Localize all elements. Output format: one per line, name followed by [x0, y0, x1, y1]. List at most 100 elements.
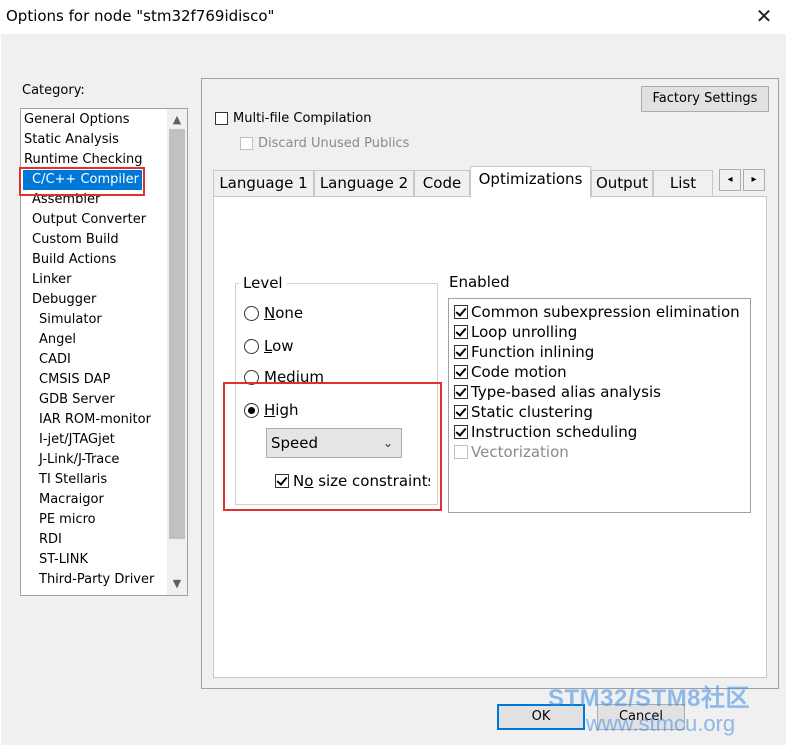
checkbox-box[interactable] — [454, 305, 468, 319]
transformation-item: Vectorization — [454, 443, 569, 461]
category-item[interactable]: IAR ROM-monitor — [39, 410, 151, 430]
category-item[interactable]: CMSIS DAP — [39, 370, 110, 390]
tab-scroll-right-icon[interactable]: ▸ — [743, 169, 765, 191]
no-size-constraints-checkbox[interactable]: No size constraints — [275, 472, 430, 490]
transformation-item[interactable]: Type-based alias analysis — [454, 383, 661, 401]
category-item[interactable]: ST-LINK — [39, 550, 88, 570]
category-scrollbar[interactable]: ▲ ▼ — [167, 109, 187, 595]
checkbox-box[interactable] — [454, 345, 468, 359]
category-label: Category: — [22, 83, 85, 98]
transformation-item[interactable]: Code motion — [454, 363, 567, 381]
level-none-radio[interactable]: None — [244, 304, 303, 322]
checkbox-label: No size constraints — [293, 472, 430, 490]
radio-circle[interactable] — [244, 338, 259, 354]
level-low-radio[interactable]: Low — [244, 337, 294, 355]
multifile-compilation-checkbox[interactable]: Multi-file Compilation — [215, 111, 371, 126]
category-item[interactable]: CADI — [39, 350, 71, 370]
checkbox-box[interactable] — [454, 385, 468, 399]
category-item[interactable]: Runtime Checking — [24, 150, 143, 170]
checkbox-box[interactable] — [454, 405, 468, 419]
transformation-item[interactable]: Loop unrolling — [454, 323, 577, 341]
level-medium-radio[interactable]: Medium — [244, 368, 324, 386]
category-item[interactable]: RDI — [39, 530, 62, 550]
tab-label: Language 1 — [219, 174, 308, 192]
enabled-transformations-list[interactable]: Common subexpression elimination Loop unr… — [448, 298, 751, 513]
tab-language-1[interactable]: Language 1 — [213, 170, 314, 197]
category-item[interactable]: Assembler — [32, 190, 100, 210]
category-item[interactable]: GDB Server — [39, 390, 115, 410]
level-label: Level — [239, 274, 287, 292]
category-item[interactable]: Static Analysis — [24, 130, 119, 150]
transformation-item[interactable]: Static clustering — [454, 403, 593, 421]
category-item[interactable]: PE micro — [39, 510, 96, 530]
category-item[interactable]: Custom Build — [32, 230, 119, 250]
tab-scroll-left-icon[interactable]: ◂ — [719, 169, 741, 191]
tab-strip: Language 1 Language 2 Code Optimizations… — [213, 166, 773, 198]
transformation-label: Type-based alias analysis — [471, 383, 661, 401]
checkbox-box[interactable] — [275, 474, 289, 488]
scroll-up-icon[interactable]: ▲ — [167, 111, 187, 129]
checkbox-box[interactable] — [454, 325, 468, 339]
radio-circle[interactable] — [244, 305, 259, 321]
scroll-down-icon[interactable]: ▼ — [167, 575, 187, 593]
cancel-button[interactable]: Cancel — [597, 704, 685, 730]
radio-circle[interactable] — [244, 402, 259, 418]
transformation-label: Common subexpression elimination — [471, 303, 740, 321]
transformation-item[interactable]: Common subexpression elimination — [454, 303, 740, 321]
category-item[interactable]: General Options — [24, 110, 130, 130]
enabled-label: Enabled — [449, 273, 510, 291]
transformation-item[interactable]: Function inlining — [454, 343, 594, 361]
checkbox-box — [240, 137, 253, 150]
category-item[interactable]: I-jet/JTAGjet — [39, 430, 115, 450]
radio-label: Low — [264, 337, 294, 355]
scrollbar-thumb[interactable] — [169, 129, 185, 539]
radio-label: Medium — [264, 368, 324, 386]
optimization-goal-select[interactable]: Speed ⌄ — [266, 428, 402, 458]
tab-code[interactable]: Code — [414, 170, 470, 197]
category-item[interactable]: Angel — [39, 330, 76, 350]
tab-label: Optimizations — [478, 170, 583, 188]
checkbox-box[interactable] — [215, 112, 228, 125]
factory-settings-button[interactable]: Factory Settings — [641, 86, 769, 112]
chevron-down-icon: ⌄ — [382, 436, 393, 450]
checkbox-box[interactable] — [454, 365, 468, 379]
category-item[interactable]: Third-Party Driver — [39, 570, 154, 590]
transformation-label: Vectorization — [471, 443, 569, 461]
category-item[interactable]: TI Stellaris — [39, 470, 107, 490]
category-list[interactable]: General Options Static Analysis Runtime Ch… — [20, 108, 188, 596]
tab-label: List — [669, 174, 697, 192]
close-icon[interactable]: ✕ — [753, 5, 775, 27]
tab-output[interactable]: Output — [591, 170, 653, 197]
transformation-item[interactable]: Instruction scheduling — [454, 423, 637, 441]
category-item[interactable]: Simulator — [39, 310, 102, 330]
category-item[interactable]: Build Actions — [32, 250, 116, 270]
ok-button[interactable]: OK — [497, 704, 585, 730]
radio-label: High — [264, 401, 299, 419]
tab-optimizations[interactable]: Optimizations — [470, 166, 591, 198]
category-item[interactable]: Debugger — [32, 290, 96, 310]
tab-label: Output — [595, 174, 649, 192]
tab-list[interactable]: List — [653, 170, 713, 197]
radio-label: None — [264, 304, 304, 322]
transformation-label: Static clustering — [471, 403, 593, 421]
window-title: Options for node "stm32f769idisco" — [6, 7, 275, 25]
discard-label: Discard Unused Publics — [258, 136, 410, 151]
select-value: Speed — [271, 434, 319, 452]
category-item[interactable]: C/C++ Compiler — [23, 170, 142, 190]
category-item[interactable]: J-Link/J-Trace — [39, 450, 119, 470]
tab-label: Code — [422, 174, 462, 192]
category-item[interactable]: Output Converter — [32, 210, 146, 230]
multifile-label: Multi-file Compilation — [233, 111, 372, 126]
title-bar: Options for node "stm32f769idisco" ✕ — [0, 0, 787, 34]
tab-label: Language 2 — [319, 174, 409, 192]
category-item[interactable]: Macraigor — [39, 490, 104, 510]
level-high-radio[interactable]: High — [244, 401, 298, 419]
checkbox-box[interactable] — [454, 425, 468, 439]
category-item[interactable]: Linker — [32, 270, 72, 290]
transformation-label: Instruction scheduling — [471, 423, 638, 441]
discard-unused-publics-checkbox: Discard Unused Publics — [240, 136, 409, 151]
transformation-label: Code motion — [471, 363, 567, 381]
tab-language-2[interactable]: Language 2 — [314, 170, 414, 197]
radio-circle[interactable] — [244, 369, 259, 385]
checkbox-box — [454, 445, 468, 459]
